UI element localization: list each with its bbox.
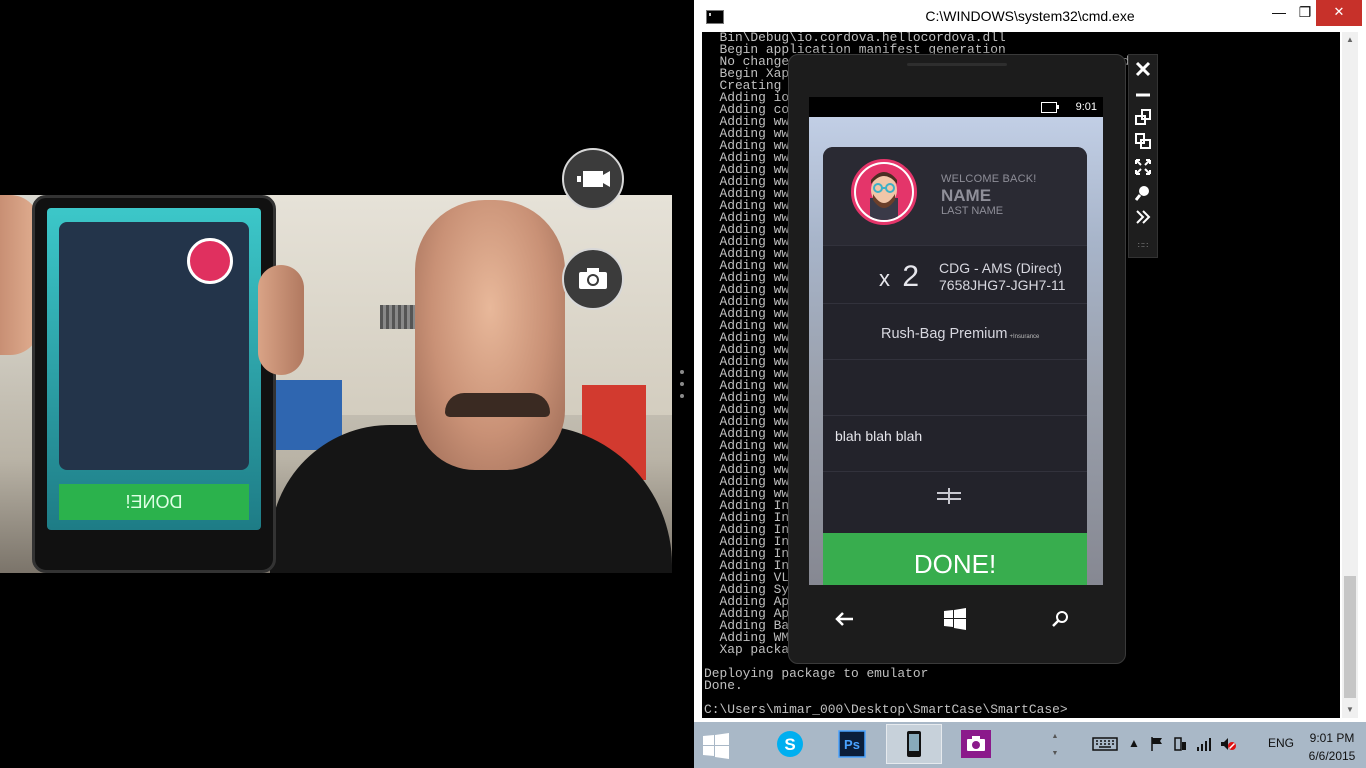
- scroll-down-arrow-icon[interactable]: ▼: [1342, 702, 1358, 718]
- zoom-icon: [1135, 186, 1149, 201]
- photoshop-icon: Ps: [838, 730, 866, 758]
- booking-reference: 7658JHG7-JGH7-11: [939, 277, 1066, 293]
- taskbar-skype[interactable]: S: [762, 724, 818, 764]
- rotate-left-button[interactable]: [1133, 107, 1153, 127]
- insurance-row[interactable]: Rush-Bag Premium +Insurance: [823, 303, 1087, 360]
- phone-emulator: 9:01 WELCOME BACK! NAME LAST NAME x 2 CD…: [788, 54, 1126, 664]
- rotate-left-icon: [1135, 109, 1151, 125]
- taskbar-camera[interactable]: [948, 724, 1004, 764]
- double-chevron-right-icon: [1136, 210, 1151, 224]
- battery-icon: [1041, 102, 1059, 113]
- status-bar: 9:01: [809, 97, 1103, 117]
- preview-phone-screen: DONE!: [47, 208, 261, 530]
- profile-section: WELCOME BACK! NAME LAST NAME: [823, 147, 1087, 245]
- taskbar: S Ps ▲ ▼ ▲ ENG 9:01 PM 6/6/2015: [694, 722, 1366, 768]
- taskbar-photoshop[interactable]: Ps: [824, 724, 880, 764]
- rotate-right-icon: [1135, 133, 1151, 149]
- welcome-text: WELCOME BACK!: [941, 173, 1037, 185]
- phone-icon: [907, 731, 921, 757]
- camera-app: DONE!: [0, 0, 680, 768]
- windows-start-button[interactable]: [935, 599, 975, 639]
- empty-row[interactable]: [823, 359, 1087, 416]
- svg-text:S: S: [784, 735, 795, 754]
- toolbar-grip-icon[interactable]: ∷∷: [1133, 235, 1153, 255]
- preview-person-mustache: [445, 393, 550, 417]
- search-button[interactable]: [1041, 599, 1081, 639]
- scroll-thumb[interactable]: [1344, 576, 1356, 698]
- note-text: blah blah blah: [835, 428, 923, 444]
- preview-phone-avatar: [187, 238, 233, 284]
- rotate-right-button[interactable]: [1133, 131, 1153, 151]
- windows-logo-icon: [703, 733, 729, 759]
- preview-person-head: [415, 200, 565, 470]
- scroll-up-arrow-icon[interactable]: ▲: [1342, 32, 1358, 48]
- emulator-screen: 9:01 WELCOME BACK! NAME LAST NAME x 2 CD…: [809, 97, 1103, 585]
- video-mode-button[interactable]: [562, 148, 624, 210]
- action-center-flag-icon[interactable]: [1150, 736, 1166, 752]
- console-titlebar[interactable]: C:\WINDOWS\system32\cmd.exe — ❐ ✕: [694, 0, 1366, 32]
- language-indicator[interactable]: ENG: [1268, 736, 1294, 750]
- emulator-speaker: [907, 63, 1007, 66]
- preview-thumb: [258, 265, 304, 375]
- avatar: [851, 159, 917, 225]
- network-signal-icon[interactable]: [1196, 736, 1212, 752]
- flight-route: CDG - AMS (Direct): [939, 260, 1062, 276]
- emulator-toolbar: ∷∷: [1128, 54, 1158, 258]
- zoom-button[interactable]: [1133, 183, 1153, 203]
- smartcase-card: WELCOME BACK! NAME LAST NAME x 2 CDG - A…: [823, 147, 1087, 585]
- additional-tools-button[interactable]: [1133, 207, 1153, 227]
- emulator-close-button[interactable]: [1133, 59, 1153, 79]
- camera-app-icon: [961, 730, 991, 758]
- bag-row[interactable]: x 2 CDG - AMS (Direct) 7658JHG7-JGH7-11: [823, 245, 1087, 304]
- snap-grip-handle[interactable]: [680, 370, 686, 398]
- taskbar-phone-emulator[interactable]: [886, 724, 942, 764]
- preview-phone-card: [59, 222, 249, 470]
- windows-logo-icon: [944, 608, 966, 630]
- minimize-icon: [1136, 93, 1150, 97]
- close-icon: [1135, 61, 1151, 77]
- volume-muted-icon[interactable]: [1220, 736, 1236, 752]
- fit-to-screen-button[interactable]: [1133, 157, 1153, 177]
- settings-sliders-icon: [937, 488, 961, 504]
- taskbar-scroll[interactable]: ▲ ▼: [1050, 728, 1060, 762]
- keyboard-icon[interactable]: [1092, 736, 1118, 752]
- preview-phone-done: DONE!: [59, 484, 249, 520]
- status-time: 9:01: [1075, 101, 1097, 113]
- emulator-minimize-button[interactable]: [1133, 83, 1153, 103]
- preview-held-phone: DONE!: [32, 195, 276, 573]
- avatar-face-icon: [856, 164, 912, 220]
- done-button[interactable]: DONE!: [823, 533, 1087, 585]
- system-tray: ▲ ENG 9:01 PM 6/6/2015: [1088, 722, 1366, 768]
- video-camera-icon: [577, 171, 610, 187]
- close-button[interactable]: ✕: [1316, 0, 1362, 26]
- user-last-name: LAST NAME: [941, 205, 1004, 217]
- back-arrow-icon: [835, 612, 853, 626]
- console-scrollbar[interactable]: ▲ ▼: [1342, 32, 1358, 718]
- svg-text:Ps: Ps: [844, 737, 860, 752]
- skype-icon: S: [777, 731, 803, 757]
- start-button[interactable]: [702, 732, 730, 760]
- power-icon[interactable]: [1172, 736, 1188, 752]
- show-hidden-icons[interactable]: ▲: [1128, 736, 1144, 752]
- clock-date[interactable]: 6/6/2015: [1302, 749, 1362, 763]
- user-name: NAME: [941, 186, 992, 205]
- clock-time[interactable]: 9:01 PM: [1302, 731, 1362, 745]
- camera-preview: DONE!: [0, 195, 672, 573]
- bag-count: x 2: [879, 260, 920, 293]
- fit-screen-icon: [1135, 159, 1151, 175]
- back-button[interactable]: [825, 599, 865, 639]
- camera-icon: [579, 268, 607, 289]
- photo-mode-button[interactable]: [562, 248, 624, 310]
- emulator-nav-bar: [809, 593, 1103, 643]
- tools-row[interactable]: [823, 471, 1087, 530]
- note-row[interactable]: blah blah blah: [823, 415, 1087, 472]
- insurance-label: Rush-Bag Premium +Insurance: [881, 326, 1040, 342]
- search-icon: [1052, 611, 1068, 627]
